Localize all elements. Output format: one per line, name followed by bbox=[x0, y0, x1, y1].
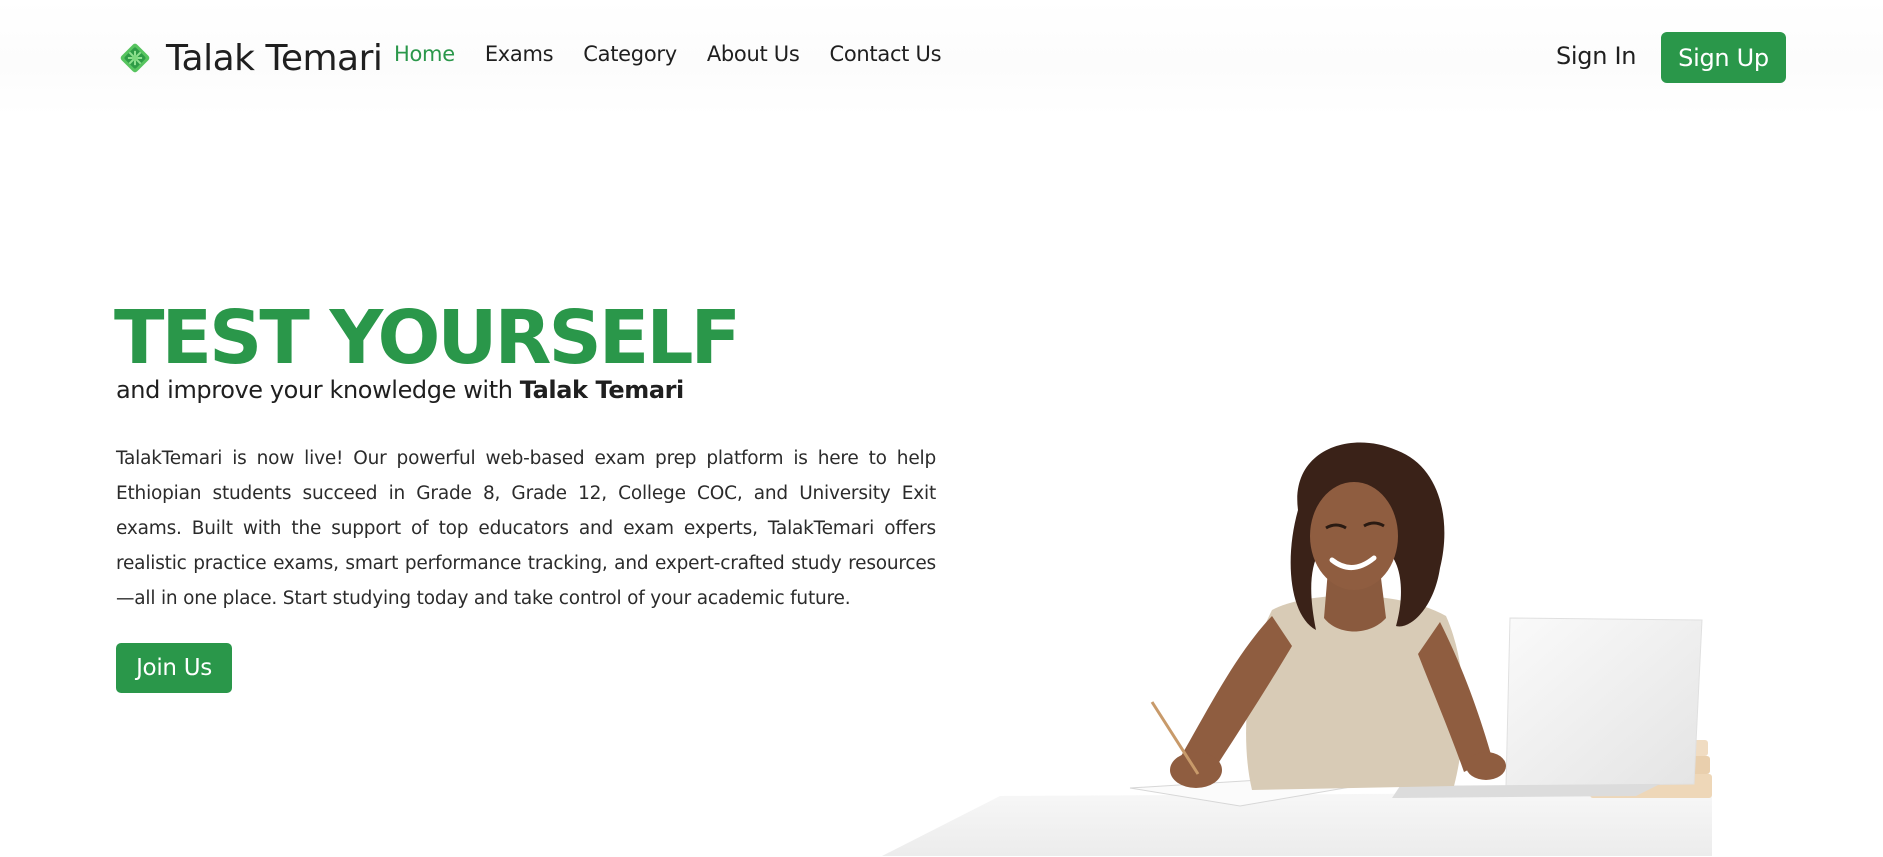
hero-description: TalakTemari is now live! Our powerful we… bbox=[116, 448, 936, 609]
brand[interactable]: Talak Temari bbox=[118, 34, 383, 82]
nav-home[interactable]: Home bbox=[394, 42, 455, 66]
nav-exams[interactable]: Exams bbox=[485, 42, 554, 66]
logo-icon bbox=[120, 43, 150, 73]
hero-title: TEST YOURSELF bbox=[114, 295, 741, 381]
hero-subtitle-brand: Talak Temari bbox=[519, 376, 685, 404]
hero-subtitle: and improve your knowledge with Talak Te… bbox=[116, 376, 684, 404]
nav-category[interactable]: Category bbox=[583, 42, 677, 66]
face bbox=[1310, 482, 1398, 590]
laptop-screen bbox=[1505, 617, 1703, 787]
main-nav: Home Exams Category About Us Contact Us bbox=[394, 42, 971, 66]
sign-up-button[interactable]: Sign Up bbox=[1661, 32, 1786, 83]
nav-contact-us[interactable]: Contact Us bbox=[830, 42, 942, 66]
navbar: Talak Temari Home Exams Category About U… bbox=[0, 0, 1883, 116]
brand-name: Talak Temari bbox=[166, 37, 383, 79]
landing-page: Talak Temari Home Exams Category About U… bbox=[0, 0, 1883, 857]
nav-about-us[interactable]: About Us bbox=[707, 42, 800, 66]
student-illustration bbox=[882, 442, 1712, 856]
hero-subtitle-prefix: and improve your knowledge with bbox=[116, 376, 520, 404]
sign-in-link[interactable]: Sign In bbox=[1556, 42, 1636, 70]
right-hand bbox=[1466, 752, 1506, 780]
join-us-button[interactable]: Join Us bbox=[116, 643, 232, 693]
desk-shape bbox=[882, 792, 1712, 856]
